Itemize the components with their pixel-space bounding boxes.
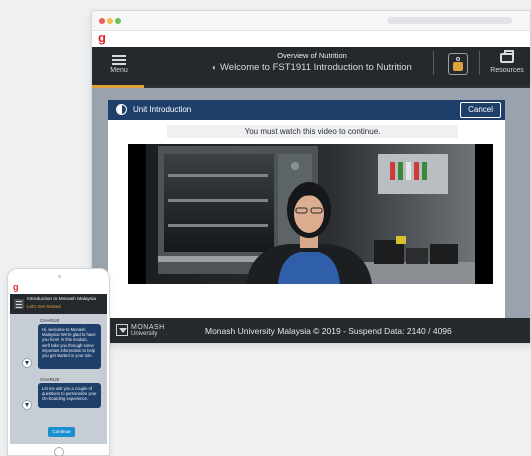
course-header: Menu Overview of Nutrition ◐ Welcome to F…	[92, 47, 530, 88]
phone-speaker	[58, 275, 61, 278]
watch-notice: You must watch this video to continue.	[167, 125, 458, 138]
chat-panel: CHARLIE Hi, welcome to Monash Malaysia! …	[10, 314, 107, 444]
phone-course-header: Introduction to Monash Malaysia Let's Ge…	[10, 294, 107, 314]
continue-button[interactable]: Continue	[48, 427, 75, 437]
half-circle-icon	[116, 104, 127, 115]
phone-brand-row: g	[10, 283, 107, 294]
chat-bubble: Hi, welcome to Monash Malaysia! We're gl…	[38, 324, 101, 369]
half-circle-icon: ◐	[212, 63, 217, 72]
unit-intro-modal: Unit Introduction Cancel You must watch …	[108, 100, 505, 322]
course-footer: MONASH University Monash University Mala…	[92, 318, 530, 343]
close-window-dot[interactable]	[99, 18, 105, 24]
browser-titlebar	[92, 11, 530, 31]
monash-logo-name: MONASH	[131, 324, 165, 331]
bot-avatar-icon	[22, 358, 32, 368]
resources-button[interactable]: Resources	[486, 50, 528, 74]
phone-brand-logo: g	[13, 283, 19, 292]
resources-label: Resources	[490, 67, 524, 74]
briefcase-icon	[500, 50, 514, 63]
progress-icon[interactable]	[448, 53, 468, 75]
chat-sender: CHARLIE	[40, 318, 60, 323]
video-player[interactable]	[128, 144, 493, 284]
chat-bubble: Let me ask you a couple of questions to …	[38, 383, 101, 408]
progress-knob	[456, 57, 460, 61]
minimize-window-dot[interactable]	[107, 18, 113, 24]
phone-course-subtitle: Let's Get Started	[27, 304, 61, 309]
modal-title: Unit Introduction	[133, 105, 192, 114]
course-player: Menu Overview of Nutrition ◐ Welcome to F…	[92, 47, 530, 343]
cancel-button[interactable]: Cancel	[460, 102, 501, 118]
course-subtitle-text: Welcome to FST1911 Introduction to Nutri…	[219, 62, 412, 73]
phone-mockup: g Introduction to Monash Malaysia Let's …	[7, 268, 110, 456]
header-divider	[433, 51, 434, 75]
monash-shield-icon	[116, 324, 128, 336]
modal-header: Unit Introduction Cancel	[108, 100, 505, 120]
phone-screen: g Introduction to Monash Malaysia Let's …	[10, 283, 107, 444]
footer-text: Monash University Malaysia © 2019 - Susp…	[205, 326, 452, 336]
progress-fill	[453, 62, 463, 71]
chat-sender: CHARLIE	[40, 377, 60, 382]
phone-course-title: Introduction to Monash Malaysia	[27, 297, 97, 302]
brand-logo: g	[98, 30, 106, 45]
video-frame-image	[128, 144, 493, 284]
address-bar[interactable]	[387, 17, 512, 24]
phone-home-button[interactable]	[54, 447, 64, 456]
monash-logo-sub: University	[131, 331, 158, 337]
phone-menu-button[interactable]	[14, 299, 24, 309]
content-stage: Unit Introduction Cancel You must watch …	[92, 88, 530, 322]
bot-avatar-icon	[22, 400, 32, 410]
brand-row: g	[92, 31, 530, 47]
header-divider	[479, 51, 480, 75]
browser-window: g Menu Overview of Nutrition ◐ Welcome to…	[91, 10, 531, 344]
maximize-window-dot[interactable]	[115, 18, 121, 24]
